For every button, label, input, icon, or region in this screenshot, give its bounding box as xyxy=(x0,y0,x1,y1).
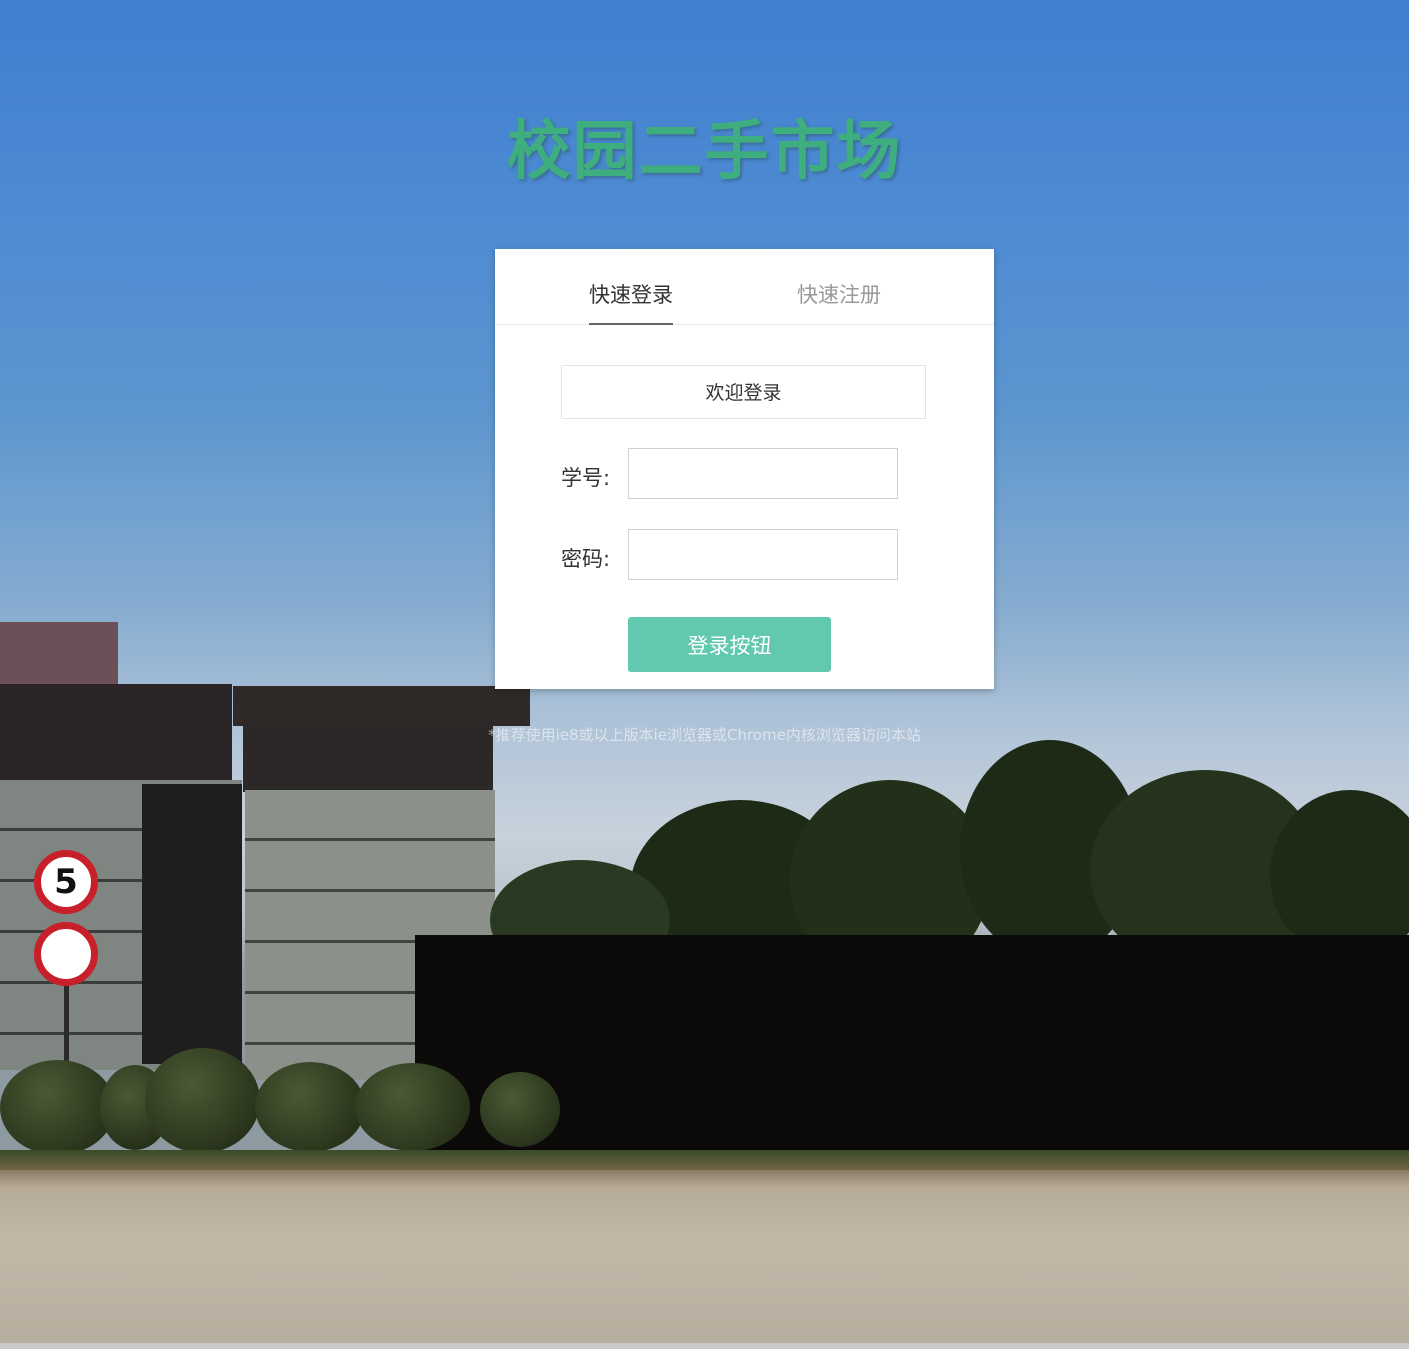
student-id-input[interactable] xyxy=(628,448,898,499)
password-label: 密码: xyxy=(561,547,611,571)
hedge xyxy=(415,935,1409,1155)
site-title: 校园二手市场 xyxy=(506,115,903,189)
password-input[interactable] xyxy=(628,529,898,580)
road xyxy=(0,1170,1409,1349)
bottom-bar xyxy=(0,1343,1409,1349)
tree-line xyxy=(490,740,1409,980)
sign-pole xyxy=(64,986,69,1066)
browser-hint: *推荐使用ie8或以上版本ie浏览器或Chrome内核浏览器访问本站 xyxy=(488,726,921,744)
building-dark-column xyxy=(142,784,242,1064)
no-horn-sign xyxy=(34,922,98,986)
login-card: 快速登录 快速注册 欢迎登录 学号: 密码: 登录按钮 xyxy=(495,249,994,689)
tab-quick-register[interactable]: 快速注册 xyxy=(797,279,881,323)
login-button[interactable]: 登录按钮 xyxy=(628,617,831,672)
login-page: 5 校园二手市场 快速登录 快速注册 欢迎登录 学号: 密码: 登录按钮 *推荐… xyxy=(0,0,1409,1349)
welcome-banner: 欢迎登录 xyxy=(561,365,926,419)
building-right-top xyxy=(233,686,530,726)
tab-bar: 快速登录 快速注册 xyxy=(495,249,994,325)
student-id-label: 学号: xyxy=(561,466,611,490)
building-roof xyxy=(0,622,118,692)
speed-limit-sign: 5 xyxy=(34,850,98,914)
tab-quick-login[interactable]: 快速登录 xyxy=(589,279,673,325)
